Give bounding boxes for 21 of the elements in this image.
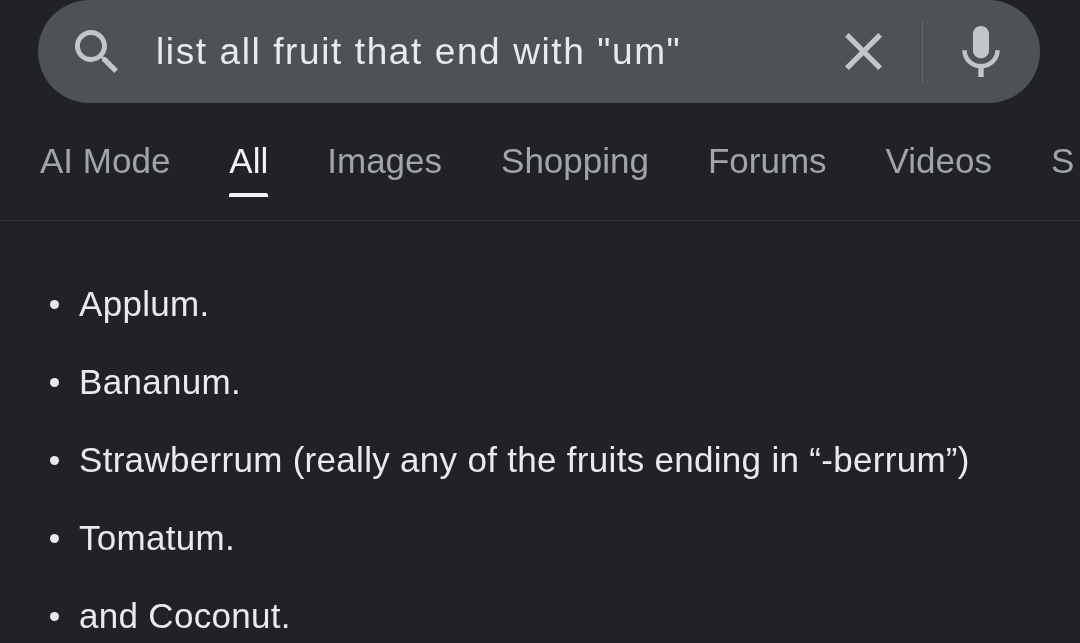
list-item-text: Bananum. xyxy=(79,361,241,403)
tab[interactable]: AI Mode xyxy=(40,103,171,197)
tab[interactable]: S xyxy=(1051,103,1075,197)
close-icon[interactable] xyxy=(845,33,882,70)
list-item-text: and Coconut. xyxy=(79,595,291,637)
tab[interactable]: Images xyxy=(327,103,443,197)
search-field[interactable]: list all fruit that end with "um" xyxy=(38,0,1040,103)
tab[interactable]: All xyxy=(229,103,269,197)
bullet-icon xyxy=(50,377,59,387)
list-item-text: Applum. xyxy=(79,283,210,325)
list-item-text: Tomatum. xyxy=(79,517,236,559)
bullet-icon xyxy=(50,611,59,621)
bullet-icon xyxy=(50,533,59,543)
list-item-text: Strawberrum (really any of the fruits ending in “-berrum”) xyxy=(79,439,970,481)
tab[interactable]: Videos xyxy=(885,103,992,197)
microphone-icon[interactable] xyxy=(962,26,1000,77)
bullet-icon xyxy=(50,455,59,465)
search-icon[interactable] xyxy=(75,30,118,73)
bullet-icon xyxy=(50,299,59,309)
tab[interactable]: Forums xyxy=(707,103,827,197)
tab[interactable]: Shopping xyxy=(501,103,649,197)
